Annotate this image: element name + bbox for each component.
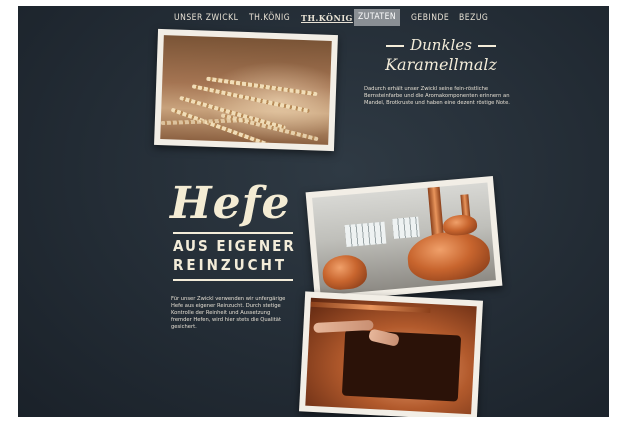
nav-item-unser-zwickl[interactable]: UNSER ZWICKL <box>174 11 238 25</box>
yeast-subtitle-line1: AUS EIGENER <box>173 237 296 255</box>
yeast-script-title: Hefe <box>170 178 291 229</box>
copper-vat-image <box>305 297 477 415</box>
nav-item-bezug[interactable]: BEZUG <box>459 11 488 25</box>
nav-item-th-koenig[interactable]: TH.KÖNIG <box>249 11 290 25</box>
nav-item-zutaten[interactable]: ZUTATEN <box>354 9 401 26</box>
yeast-subtitle-line2: REINZUCHT <box>173 256 288 274</box>
malt-description: Dadurch erhält unser Zwickl seine fein-r… <box>364 86 510 106</box>
brewhouse-image <box>312 182 496 296</box>
copper-vat-photo <box>298 291 484 417</box>
top-nav: UNSER ZWICKL TH.KÖNIG TH.KÖNIG ZUTATEN G… <box>18 6 609 28</box>
nav-item-gebinde[interactable]: GEBINDE <box>411 11 449 25</box>
yeast-description: Für unser Zwickl verwenden wir unfergäri… <box>171 296 286 330</box>
page-frame: UNSER ZWICKL TH.KÖNIG TH.KÖNIG ZUTATEN G… <box>18 6 609 417</box>
malt-title-line2: Karamellmalz <box>385 55 497 74</box>
malt-title: Dunkles Karamellmalz <box>366 36 516 74</box>
nav-brand-logo[interactable]: TH.KÖNIG <box>301 11 353 25</box>
malt-title-line1: Dunkles <box>410 36 472 54</box>
yeast-divider-bottom <box>173 279 293 281</box>
yeast-divider <box>173 232 293 234</box>
title-dash-left <box>386 45 405 47</box>
wheat-photo <box>154 28 338 152</box>
title-dash-right <box>477 45 496 47</box>
brewhouse-photo <box>305 176 503 302</box>
wheat-image <box>160 35 332 145</box>
malt-title-line1-wrap: Dunkles <box>366 36 516 54</box>
